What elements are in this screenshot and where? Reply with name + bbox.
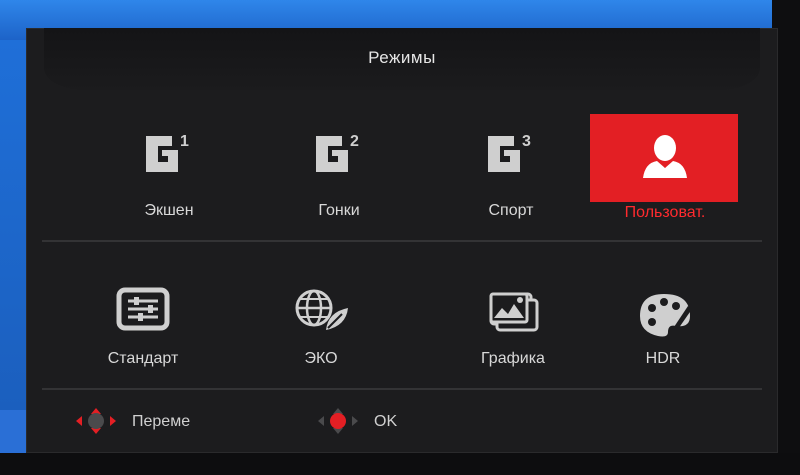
mode-label: Экшен <box>144 202 194 219</box>
hint-label: Переме <box>132 413 191 430</box>
svg-text:2: 2 <box>350 133 359 150</box>
svg-text:3: 3 <box>522 133 531 150</box>
mode-label: Графика <box>481 350 545 367</box>
mode-label: Спорт <box>488 202 534 219</box>
divider <box>42 240 762 242</box>
mode-sport[interactable]: 3 Спорт <box>436 116 586 221</box>
mode-label: Гонки <box>318 202 360 219</box>
pictures-icon <box>438 286 588 346</box>
mode-standard[interactable]: Стандарт <box>68 280 218 385</box>
joystick-move-icon <box>76 408 116 434</box>
mode-label: Стандарт <box>107 350 179 367</box>
sliders-icon <box>68 286 218 346</box>
joystick-press-icon <box>318 408 358 434</box>
hint-label: OK <box>374 413 398 430</box>
mode-label: ЭКО <box>304 350 338 367</box>
g2-icon: 2 <box>264 122 414 182</box>
eco-globe-icon <box>246 286 396 346</box>
monitor-bezel-bottom <box>0 453 800 475</box>
mode-user[interactable]: Пользоват. <box>590 114 740 221</box>
palette-icon <box>588 286 738 346</box>
user-icon <box>590 130 740 190</box>
mode-label: Пользоват. <box>624 204 706 221</box>
osd-title: Режимы <box>368 48 436 67</box>
hint-ok: OK <box>316 406 476 436</box>
svg-text:1: 1 <box>180 133 189 150</box>
mode-hdr[interactable]: HDR <box>588 280 738 385</box>
mode-eco[interactable]: ЭКО <box>246 280 396 385</box>
g3-icon: 3 <box>436 122 586 182</box>
mode-label: HDR <box>645 350 681 367</box>
hint-move: Переме <box>74 406 234 436</box>
mode-racing[interactable]: 2 Гонки <box>264 116 414 221</box>
osd-menu: Режимы 1 Экшен 2 Гонки 3 Спорт Пользоват… <box>26 28 778 453</box>
mode-action[interactable]: 1 Экшен <box>94 116 244 221</box>
divider <box>42 388 762 390</box>
mode-graphics[interactable]: Графика <box>438 280 588 385</box>
g1-icon: 1 <box>94 122 244 182</box>
